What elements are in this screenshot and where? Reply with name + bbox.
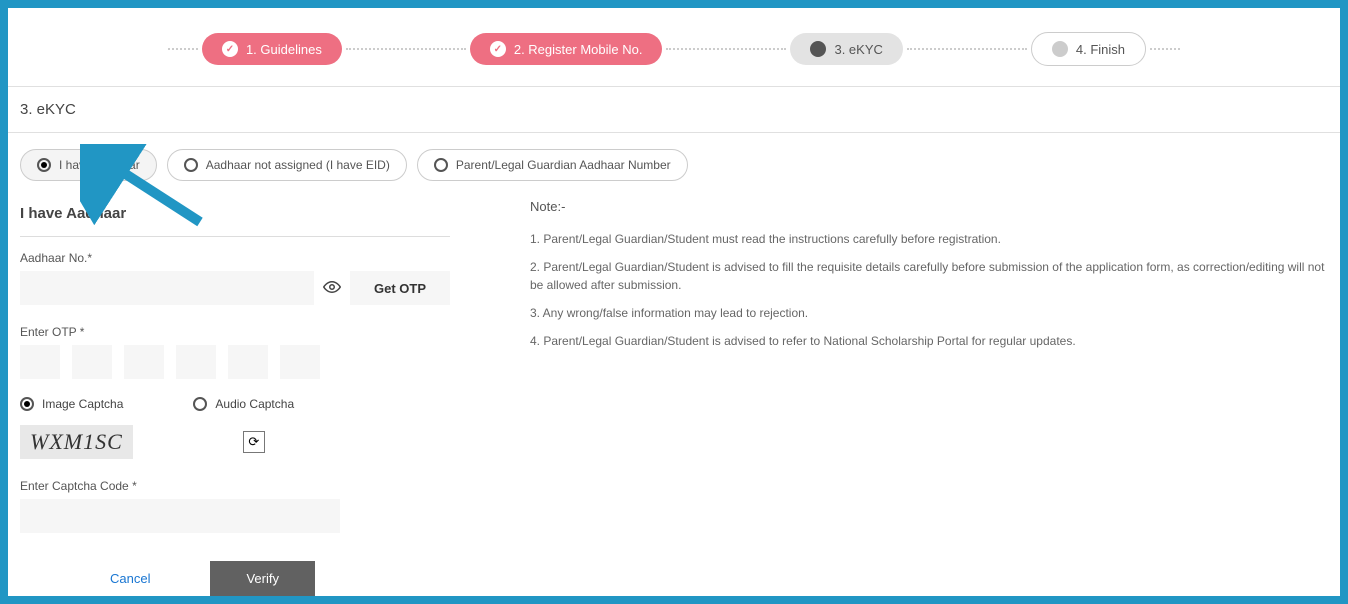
step-label: 3. eKYC xyxy=(834,42,882,57)
audio-captcha-radio[interactable]: Audio Captcha xyxy=(193,397,294,411)
image-captcha-radio[interactable]: Image Captcha xyxy=(20,397,123,411)
cancel-button[interactable]: Cancel xyxy=(110,571,150,586)
dot-icon xyxy=(1052,41,1068,57)
eye-icon xyxy=(323,278,341,299)
page-container: ✓ 1. Guidelines ✓ 2. Register Mobile No.… xyxy=(8,8,1340,596)
section-title: 3. eKYC xyxy=(8,87,1340,133)
radio-icon xyxy=(434,158,448,172)
option-guardian-aadhaar[interactable]: Parent/Legal Guardian Aadhaar Number xyxy=(417,149,688,181)
aadhaar-input[interactable] xyxy=(20,271,314,305)
otp-box-5[interactable] xyxy=(228,345,268,379)
check-icon: ✓ xyxy=(490,41,506,57)
main-columns: I have Aadhaar Aadhaar No.* Get OTP Ente… xyxy=(8,191,1340,596)
note-item: 3. Any wrong/false information may lead … xyxy=(530,304,1328,322)
note-item: 1. Parent/Legal Guardian/Student must re… xyxy=(530,230,1328,248)
option-have-aadhaar[interactable]: I have Aadhaar xyxy=(20,149,157,181)
note-title: Note:- xyxy=(530,199,1328,214)
otp-box-2[interactable] xyxy=(72,345,112,379)
otp-label: Enter OTP * xyxy=(20,325,450,339)
radio-icon xyxy=(20,397,34,411)
get-otp-button[interactable]: Get OTP xyxy=(350,271,450,305)
stepper: ✓ 1. Guidelines ✓ 2. Register Mobile No.… xyxy=(8,8,1340,86)
form-heading: I have Aadhaar xyxy=(20,199,450,237)
refresh-icon: ⟳ xyxy=(248,434,259,450)
aadhaar-row: Get OTP xyxy=(20,271,450,305)
notes-column: Note:- 1. Parent/Legal Guardian/Student … xyxy=(490,199,1328,596)
refresh-captcha-button[interactable]: ⟳ xyxy=(243,431,265,453)
step-guidelines[interactable]: ✓ 1. Guidelines xyxy=(202,33,342,65)
radio-label: I have Aadhaar xyxy=(59,158,140,172)
captcha-input[interactable] xyxy=(20,499,340,533)
otp-box-4[interactable] xyxy=(176,345,216,379)
step-label: 1. Guidelines xyxy=(246,42,322,57)
aadhaar-label: Aadhaar No.* xyxy=(20,251,450,265)
otp-box-3[interactable] xyxy=(124,345,164,379)
radio-icon xyxy=(193,397,207,411)
radio-label: Image Captcha xyxy=(42,397,123,411)
radio-icon xyxy=(37,158,51,172)
form-column: I have Aadhaar Aadhaar No.* Get OTP Ente… xyxy=(20,199,450,596)
otp-box-1[interactable] xyxy=(20,345,60,379)
check-icon: ✓ xyxy=(222,41,238,57)
connector xyxy=(1150,48,1180,50)
radio-icon xyxy=(184,158,198,172)
step-register-mobile[interactable]: ✓ 2. Register Mobile No. xyxy=(470,33,663,65)
captcha-row: WXM1SC ⟳ xyxy=(20,425,450,459)
captcha-image: WXM1SC xyxy=(20,425,133,459)
captcha-input-label: Enter Captcha Code * xyxy=(20,479,450,493)
radio-label: Aadhaar not assigned (I have EID) xyxy=(206,158,390,172)
step-finish[interactable]: 4. Finish xyxy=(1031,32,1146,66)
radio-label: Parent/Legal Guardian Aadhaar Number xyxy=(456,158,671,172)
otp-row xyxy=(20,345,450,379)
step-label: 2. Register Mobile No. xyxy=(514,42,643,57)
otp-box-6[interactable] xyxy=(280,345,320,379)
button-row: Cancel Verify xyxy=(20,561,450,596)
connector xyxy=(168,48,198,50)
aadhaar-option-row: I have Aadhaar Aadhaar not assigned (I h… xyxy=(8,133,1340,191)
note-item: 4. Parent/Legal Guardian/Student is advi… xyxy=(530,332,1328,350)
connector xyxy=(907,48,1027,50)
captcha-type-row: Image Captcha Audio Captcha xyxy=(20,397,450,411)
step-ekyc[interactable]: 3. eKYC xyxy=(790,33,902,65)
dot-icon xyxy=(810,41,826,57)
connector xyxy=(346,48,466,50)
note-item: 2. Parent/Legal Guardian/Student is advi… xyxy=(530,258,1328,294)
connector xyxy=(666,48,786,50)
step-label: 4. Finish xyxy=(1076,42,1125,57)
radio-label: Audio Captcha xyxy=(215,397,294,411)
toggle-visibility-button[interactable] xyxy=(314,271,350,305)
verify-button[interactable]: Verify xyxy=(210,561,315,596)
option-have-eid[interactable]: Aadhaar not assigned (I have EID) xyxy=(167,149,407,181)
